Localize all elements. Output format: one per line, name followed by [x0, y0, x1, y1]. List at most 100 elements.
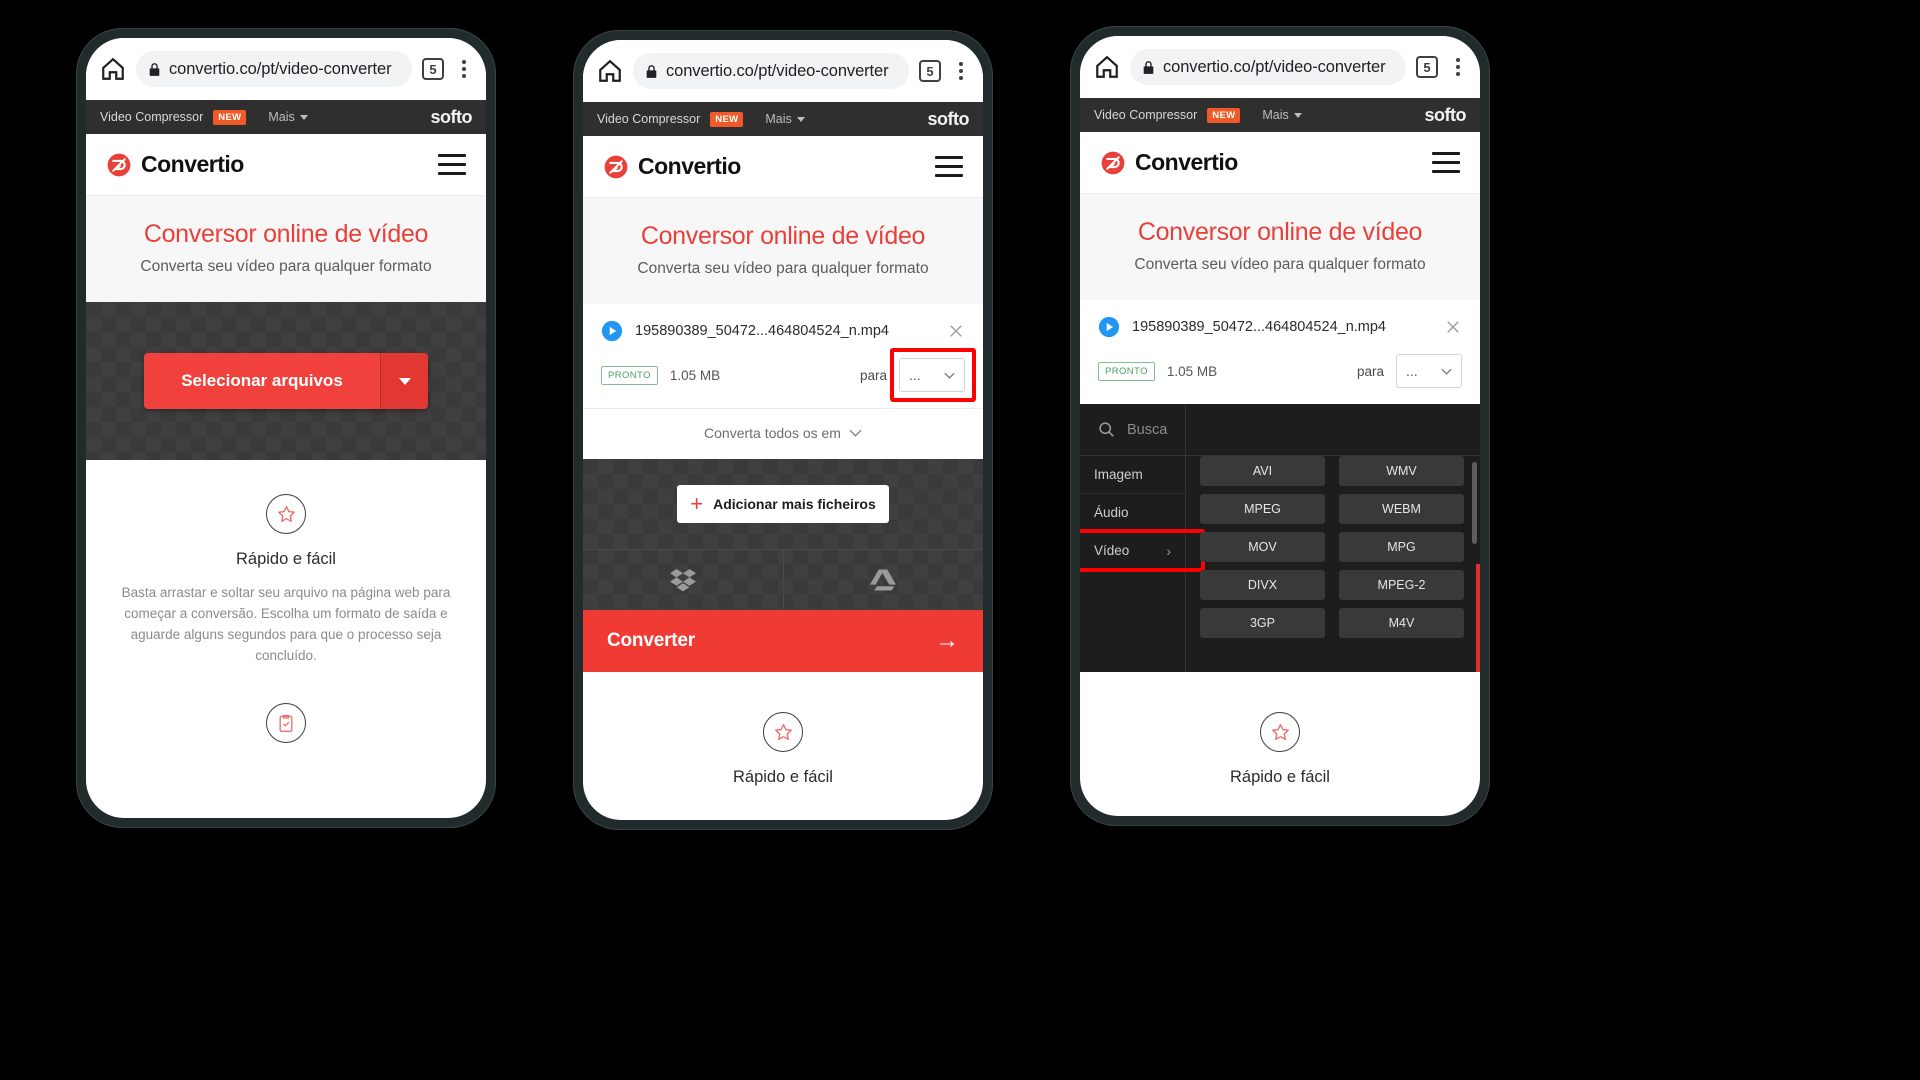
file-name: 195890389_50472...464804524_n.mp4: [635, 323, 889, 339]
status-badge: PRONTO: [1098, 361, 1155, 381]
page-subtitle: Converta seu vídeo para qualquer formato: [1134, 256, 1426, 273]
softo-logo: softo: [1424, 104, 1467, 125]
feature-title: Rápido e fácil: [1230, 768, 1330, 786]
file-meta-row: PRONTO 1.05 MB para ...: [1080, 344, 1480, 404]
chevron-down-icon: [1441, 368, 1452, 375]
format-option[interactable]: MPEG: [1200, 494, 1325, 524]
format-picker-panel: Busca Imagem Áudio Vídeo › AVI WMV MPEG …: [1080, 404, 1480, 672]
add-more-files-label: Adicionar mais ficheiros: [713, 496, 876, 512]
hamburger-icon[interactable]: [1432, 152, 1460, 173]
close-icon[interactable]: [1444, 318, 1462, 336]
clipboard-check-icon: [266, 702, 306, 743]
page-subtitle: Converta seu vídeo para qualquer formato: [140, 258, 432, 275]
site-header: Convertio: [1080, 132, 1480, 194]
address-bar[interactable]: convertio.co/pt/video-converter: [633, 53, 909, 89]
format-select[interactable]: ...: [899, 358, 965, 392]
screenshot-stage: convertio.co/pt/video-converter 5 Video …: [0, 0, 1920, 1080]
category-imagem[interactable]: Imagem: [1080, 456, 1185, 494]
upload-sources-zone: + Adicionar mais ficheiros: [583, 459, 983, 610]
address-bar[interactable]: convertio.co/pt/video-converter: [1130, 49, 1406, 85]
chevron-right-icon: ›: [1166, 542, 1171, 559]
convert-button[interactable]: Converter →: [583, 610, 983, 672]
format-option[interactable]: MPG: [1339, 532, 1464, 562]
select-files-dropdown-button[interactable]: [380, 353, 428, 409]
video-compressor-link[interactable]: Video Compressor: [100, 110, 203, 124]
new-badge: NEW: [1207, 107, 1241, 123]
category-video[interactable]: Vídeo ›: [1080, 529, 1205, 572]
hero-section: Conversor online de vídeo Converta seu v…: [1080, 194, 1480, 300]
feature-block-1: Rápido e fácil: [1080, 672, 1480, 797]
feature-body: Basta arrastar e soltar seu arquivo na p…: [121, 585, 451, 663]
tab-counter[interactable]: 5: [422, 58, 444, 80]
home-icon[interactable]: [597, 58, 623, 84]
format-option[interactable]: M4V: [1339, 608, 1464, 638]
hamburger-icon[interactable]: [438, 154, 466, 175]
hamburger-icon[interactable]: [935, 156, 963, 177]
dropbox-icon: [669, 569, 696, 592]
format-option[interactable]: MOV: [1200, 532, 1325, 562]
mais-menu[interactable]: Mais: [268, 110, 308, 124]
feature-block-1: Rápido e fácil Basta arrastar e soltar s…: [86, 460, 486, 677]
softo-top-bar: Video Compressor NEW Mais softo: [583, 102, 983, 136]
star-icon: [763, 712, 803, 752]
convertio-brand[interactable]: Convertio: [106, 151, 244, 178]
file-row: 195890389_50472...464804524_n.mp4: [1080, 300, 1480, 344]
softo-top-bar: Video Compressor NEW Mais softo: [86, 100, 486, 134]
address-bar[interactable]: convertio.co/pt/video-converter: [136, 51, 412, 87]
video-compressor-link[interactable]: Video Compressor: [1094, 108, 1197, 122]
convertio-wordmark: Convertio: [638, 153, 741, 179]
file-dropzone[interactable]: Selecionar arquivos: [86, 302, 486, 460]
google-drive-button[interactable]: [782, 550, 984, 610]
mais-label: Mais: [268, 110, 295, 124]
convertio-brand[interactable]: Convertio: [1100, 149, 1238, 176]
add-more-files-button[interactable]: + Adicionar mais ficheiros: [677, 485, 889, 523]
site-header: Convertio: [583, 136, 983, 198]
format-select[interactable]: ...: [1396, 354, 1462, 388]
address-bar-url: convertio.co/pt/video-converter: [169, 59, 392, 78]
dropbox-button[interactable]: [583, 550, 783, 610]
phone-frame-3: convertio.co/pt/video-converter 5 Video …: [1070, 26, 1490, 826]
category-audio[interactable]: Áudio: [1080, 494, 1185, 532]
format-option[interactable]: 3GP: [1200, 608, 1325, 638]
page-subtitle: Converta seu vídeo para qualquer formato: [637, 260, 929, 277]
home-icon[interactable]: [1094, 54, 1120, 80]
file-name: 195890389_50472...464804524_n.mp4: [1132, 319, 1386, 335]
close-icon[interactable]: [947, 322, 965, 340]
mais-menu[interactable]: Mais: [1262, 108, 1302, 122]
format-grid-scrollbar[interactable]: [1472, 462, 1477, 544]
file-list-panel: 195890389_50472...464804524_n.mp4 PRONTO…: [583, 304, 983, 408]
phone-screen-3: convertio.co/pt/video-converter 5 Video …: [1080, 36, 1480, 816]
google-drive-icon: [870, 569, 897, 591]
convert-all-row[interactable]: Converta todos os em: [583, 408, 983, 459]
format-select-value: ...: [909, 367, 921, 383]
phone-screen-1: convertio.co/pt/video-converter 5 Video …: [86, 38, 486, 818]
convert-button-label: Converter: [607, 630, 695, 651]
select-files-group[interactable]: Selecionar arquivos: [144, 353, 428, 409]
para-label: para: [1356, 363, 1384, 379]
mais-menu[interactable]: Mais: [765, 112, 805, 126]
format-option[interactable]: AVI: [1200, 456, 1325, 486]
tab-counter[interactable]: 5: [1416, 56, 1438, 78]
feature-title: Rápido e fácil: [236, 550, 336, 568]
format-option[interactable]: DIVX: [1200, 570, 1325, 600]
new-badge: NEW: [213, 109, 247, 125]
play-icon: [601, 320, 623, 342]
play-icon: [1098, 316, 1120, 338]
browser-chrome: convertio.co/pt/video-converter 5: [583, 40, 983, 102]
format-option[interactable]: WMV: [1339, 456, 1464, 486]
format-option[interactable]: WEBM: [1339, 494, 1464, 524]
convertio-brand[interactable]: Convertio: [603, 153, 741, 180]
kebab-menu-icon[interactable]: [951, 62, 971, 80]
home-icon[interactable]: [100, 56, 126, 82]
kebab-menu-icon[interactable]: [454, 60, 474, 78]
softo-logo: softo: [430, 106, 473, 127]
kebab-menu-icon[interactable]: [1448, 58, 1468, 76]
convertio-logo-icon: [107, 153, 131, 176]
video-compressor-link[interactable]: Video Compressor: [597, 112, 700, 126]
cloud-sources-row: [583, 549, 983, 610]
address-bar-url: convertio.co/pt/video-converter: [1163, 57, 1386, 76]
tab-counter[interactable]: 5: [919, 60, 941, 82]
select-files-button[interactable]: Selecionar arquivos: [144, 353, 380, 409]
mais-label: Mais: [1262, 108, 1289, 122]
format-option[interactable]: MPEG-2: [1339, 570, 1464, 600]
